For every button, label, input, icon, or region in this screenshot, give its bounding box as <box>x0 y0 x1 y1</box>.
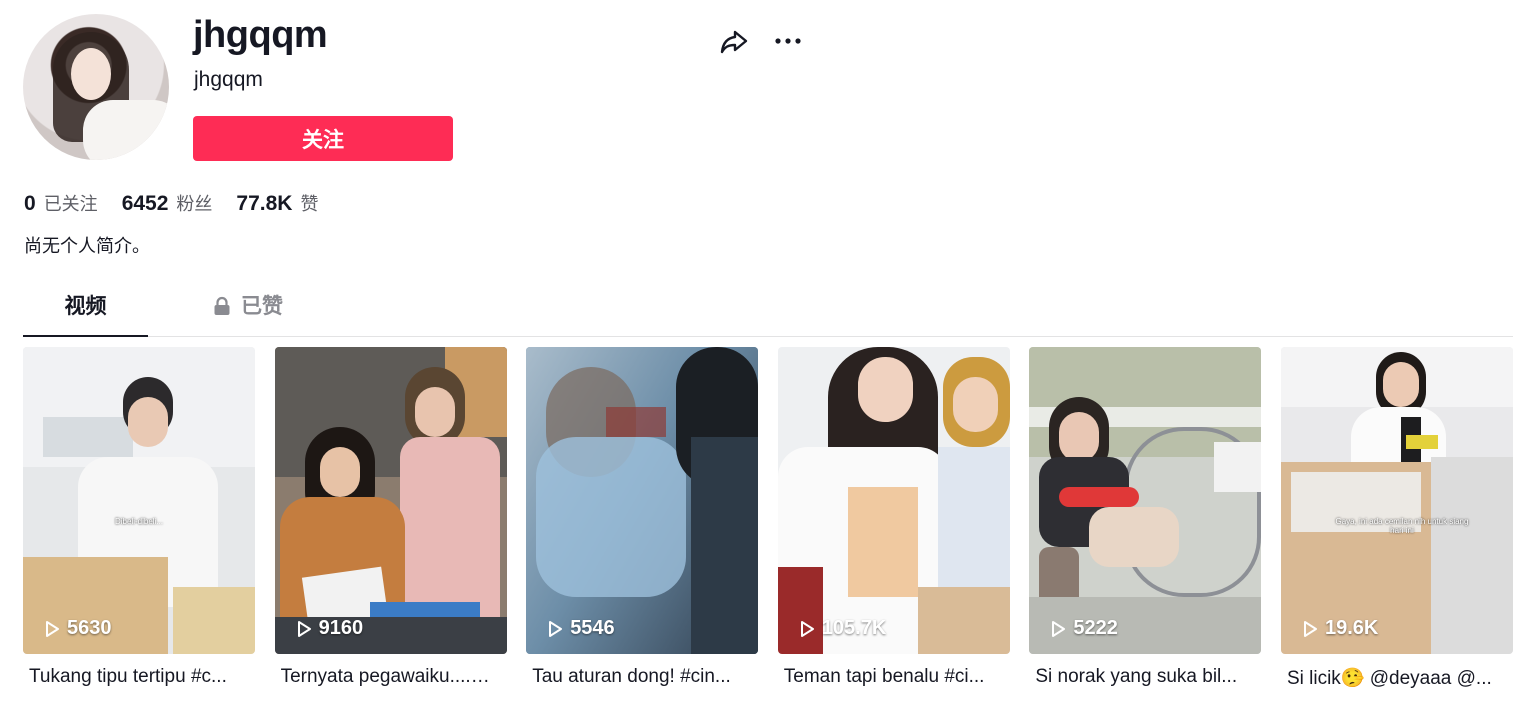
video-title[interactable]: Si licik🤥 @deyaaa @... <box>1281 666 1507 690</box>
profile-username: jhgqqm <box>193 14 328 56</box>
following-label: 已关注 <box>43 194 98 215</box>
follow-button[interactable]: 关注 <box>193 116 453 161</box>
video-views: 5546 <box>546 617 615 640</box>
video-view-count: 19.6K <box>1324 617 1379 639</box>
play-icon <box>1303 620 1317 637</box>
profile-stats: 0 已关注 6452 粉丝 77.8K 赞 <box>24 190 342 216</box>
video-views: 9160 <box>295 617 364 640</box>
video-thumbnail: 5222 <box>1029 347 1262 654</box>
followers-label: 粉丝 <box>176 194 213 215</box>
video-thumbnail: 5546 <box>526 347 759 654</box>
following-count: 0 <box>24 192 36 215</box>
tab-liked[interactable]: 已赞 <box>188 290 308 337</box>
video-card[interactable]: 5546 Tau aturan dong! #cin... <box>526 347 759 690</box>
video-thumbnail: Dibeli-dibeli... 5630 <box>23 347 255 654</box>
followers-count: 6452 <box>121 192 169 215</box>
avatar-face <box>71 48 111 100</box>
profile-bio: 尚无个人简介。 <box>24 236 150 257</box>
video-card[interactable]: 5222 Si norak yang suka bil... <box>1029 347 1262 690</box>
video-views: 5630 <box>43 617 112 640</box>
video-views: 5222 <box>1049 617 1118 640</box>
video-view-count: 105.7K <box>821 617 887 639</box>
video-views: 105.7K <box>798 617 887 640</box>
video-title[interactable]: Si norak yang suka bil... <box>1029 666 1255 688</box>
tab-videos-label: 视频 <box>64 294 107 318</box>
tab-liked-label: 已赞 <box>241 294 283 318</box>
video-card[interactable]: Gaya, ini ada cemilan nih untuk siang ha… <box>1280 347 1513 690</box>
video-title[interactable]: Tau aturan dong! #cin... <box>526 666 752 688</box>
likes-stat: 77.8K 赞 <box>236 190 318 216</box>
video-title[interactable]: Teman tapi benalu #ci... <box>778 666 1004 688</box>
tab-videos[interactable]: 视频 <box>23 290 148 337</box>
video-view-count: 5630 <box>67 617 112 639</box>
video-card[interactable]: Dibeli-dibeli... 5630 Tukang tipu tertip… <box>23 347 255 690</box>
video-thumbnail: 105.7K <box>777 347 1010 654</box>
play-icon <box>46 620 59 637</box>
video-card[interactable]: 9160 Ternyata pegawaiku....… <box>274 347 507 690</box>
play-icon <box>1052 620 1066 637</box>
profile-avatar[interactable] <box>23 14 169 160</box>
video-title[interactable]: Tukang tipu tertipu #c... <box>23 666 249 688</box>
video-grid: Dibeli-dibeli... 5630 Tukang tipu tertip… <box>23 347 1533 690</box>
profile-nickname: jhgqqm <box>194 68 263 91</box>
play-icon <box>549 620 563 637</box>
followers-stat[interactable]: 6452 粉丝 <box>122 190 213 216</box>
more-icon[interactable] <box>773 28 803 54</box>
video-card[interactable]: 105.7K Teman tapi benalu #ci... <box>777 347 1010 690</box>
video-thumbnail: 9160 <box>274 347 507 654</box>
play-icon <box>297 620 311 637</box>
video-title[interactable]: Ternyata pegawaiku....… <box>275 666 501 688</box>
following-stat[interactable]: 0 已关注 <box>24 190 98 216</box>
video-view-count: 5222 <box>1073 617 1118 639</box>
avatar-shirt <box>83 100 169 160</box>
profile-tabs: 视频 已赞 <box>23 290 1513 337</box>
likes-count: 77.8K <box>236 192 293 215</box>
video-thumbnail: Gaya, ini ada cemilan nih untuk siang ha… <box>1280 347 1513 654</box>
video-view-count: 9160 <box>318 617 364 639</box>
play-icon <box>800 620 814 637</box>
likes-label: 赞 <box>300 194 319 215</box>
video-overlay-text: Gaya, ini ada cemilan nih untuk siang ha… <box>1335 517 1469 535</box>
lock-icon <box>214 296 230 315</box>
share-icon[interactable] <box>719 26 749 56</box>
video-overlay-text: Dibeli-dibeli... <box>114 517 164 526</box>
video-views: 19.6K <box>1301 617 1378 640</box>
video-view-count: 5546 <box>570 617 615 639</box>
